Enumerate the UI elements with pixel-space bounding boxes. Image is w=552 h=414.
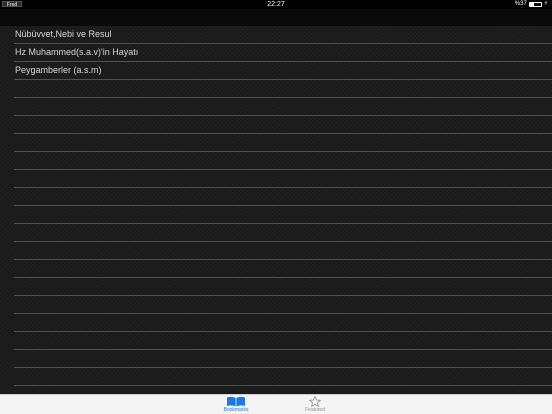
status-right-group: %37 ⚡	[515, 0, 548, 9]
empty-row	[14, 98, 552, 116]
empty-row	[14, 170, 552, 188]
empty-row	[14, 350, 552, 368]
bookmark-label: Hz Muhammed(s.a.v)'in Hayatı	[15, 47, 139, 57]
empty-row	[14, 368, 552, 386]
empty-row	[14, 332, 552, 350]
empty-row	[14, 278, 552, 296]
empty-row	[14, 224, 552, 242]
empty-row	[14, 242, 552, 260]
tab-bookmarks[interactable]: Bookmarks	[211, 396, 261, 414]
tab-bookmarks-label: Bookmarks	[223, 407, 249, 413]
bookmark-label: Nübüvvet,Nebi ve Resul	[15, 29, 112, 39]
empty-row	[14, 152, 552, 170]
navigation-bar	[0, 9, 552, 26]
app-screen: Fred 22:27 %37 ⚡ Nübüvvet,Nebi ve Resul H…	[0, 0, 552, 414]
charging-icon: ⚡	[543, 1, 548, 7]
empty-row	[14, 80, 552, 98]
empty-row	[14, 296, 552, 314]
open-book-icon	[227, 396, 245, 407]
battery-icon	[528, 2, 542, 7]
bookmark-row[interactable]: Hz Muhammed(s.a.v)'in Hayatı	[14, 44, 552, 62]
status-bar: Fred 22:27 %37 ⚡	[0, 0, 552, 9]
tab-bar: Bookmarks Featured	[0, 394, 552, 414]
empty-row	[14, 188, 552, 206]
empty-row	[14, 134, 552, 152]
star-outline-icon	[309, 396, 321, 407]
bookmark-label: Peygamberler (a.s.m)	[15, 65, 102, 75]
tab-featured-label: Featured	[304, 407, 325, 413]
tab-featured[interactable]: Featured	[290, 396, 340, 414]
empty-row	[14, 314, 552, 332]
bookmark-row[interactable]: Nübüvvet,Nebi ve Resul	[14, 26, 552, 44]
bookmark-list[interactable]: Nübüvvet,Nebi ve Resul Hz Muhammed(s.a.v)…	[0, 26, 552, 394]
status-time: 22:27	[267, 1, 285, 8]
empty-row	[14, 260, 552, 278]
empty-row	[14, 116, 552, 134]
bookmark-row[interactable]: Peygamberler (a.s.m)	[14, 62, 552, 80]
empty-row	[14, 206, 552, 224]
battery-percent: %37	[514, 1, 527, 7]
battery-fill	[529, 3, 534, 6]
